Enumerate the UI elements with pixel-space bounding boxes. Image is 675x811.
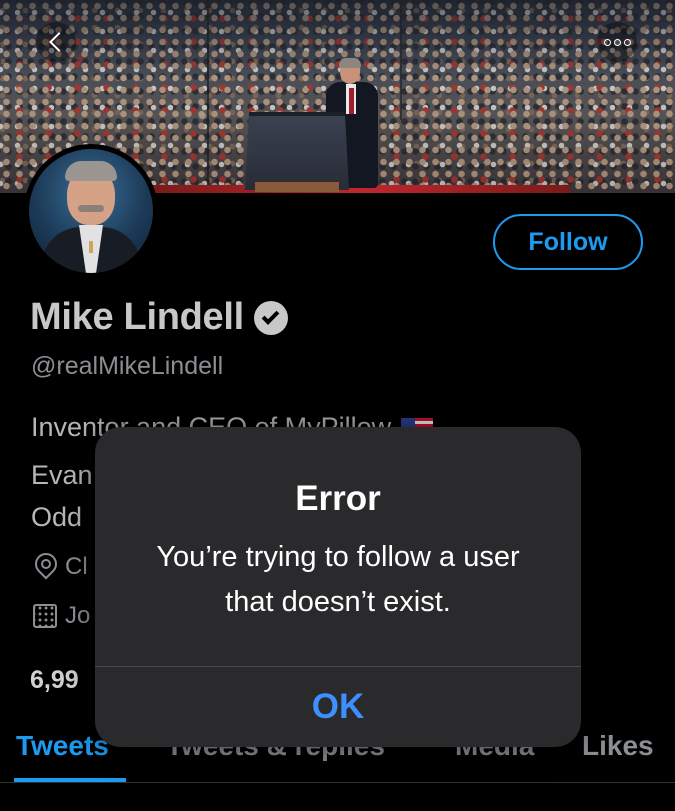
bio-line-3: Odd <box>31 502 83 532</box>
following-count[interactable]: 6,99 <box>30 666 79 695</box>
calendar-icon <box>33 604 57 628</box>
display-name: Mike Lindell <box>30 296 244 338</box>
profile-screen: Follow Mike Lindell @realMikeLindell Inv… <box>0 0 675 811</box>
follow-button[interactable]: Follow <box>493 214 643 270</box>
location-row: Cl <box>33 552 88 582</box>
more-options-button[interactable] <box>597 22 637 62</box>
bio-line-2: Evan <box>31 460 93 490</box>
avatar[interactable] <box>24 144 158 278</box>
verified-badge-icon <box>253 300 288 335</box>
error-dialog: Error You’re trying to follow a user tha… <box>95 427 581 747</box>
display-name-row: Mike Lindell <box>30 296 288 339</box>
joined-text: Jo <box>65 602 91 629</box>
banner-podium <box>245 112 349 190</box>
tab-likes[interactable]: Likes <box>582 730 654 762</box>
ok-button[interactable]: OK <box>95 667 581 747</box>
location-pin-icon <box>33 552 57 582</box>
user-handle: @realMikeLindell <box>31 352 224 380</box>
dialog-title: Error <box>295 479 381 518</box>
joined-row: Jo <box>33 602 90 630</box>
location-text: Cl <box>65 553 88 580</box>
dialog-message: You’re trying to follow a user that does… <box>156 541 520 618</box>
tabs-divider <box>0 782 675 783</box>
more-options-icon <box>603 38 631 46</box>
back-chevron-icon <box>48 32 69 52</box>
back-button[interactable] <box>36 22 76 62</box>
